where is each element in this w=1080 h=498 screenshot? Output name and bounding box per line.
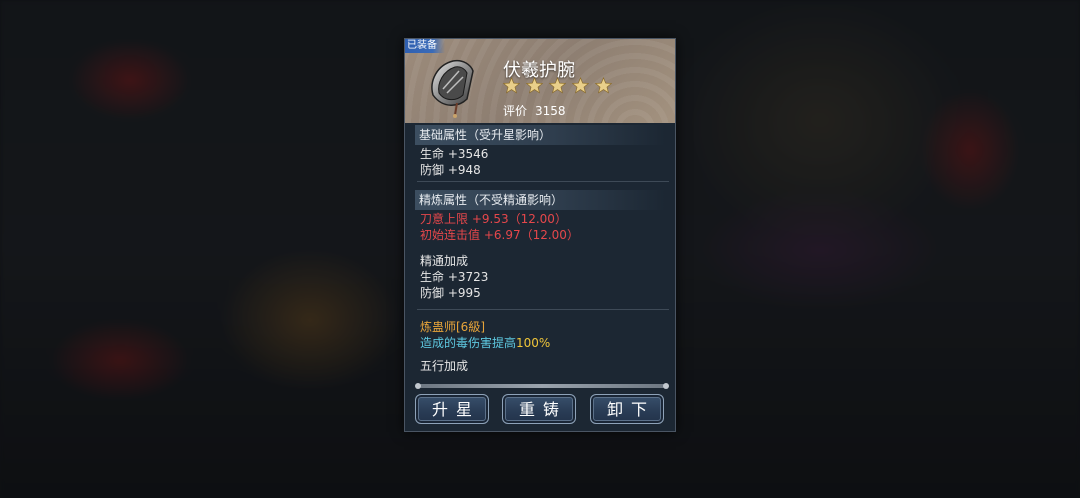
equipment-detail-panel: 已装备 伏羲护腕 评价 3158 基础属性（受升星影响） 生命 +3546 防御… (404, 38, 676, 432)
set-bonus-title: 炼蛊师[6級] (420, 320, 485, 334)
mastery-title: 精通加成 (420, 254, 469, 268)
equipped-badge: 已装备 (405, 39, 445, 53)
item-header: 已装备 伏羲护腕 评价 3158 (405, 39, 675, 123)
divider (417, 181, 669, 182)
item-rating: 评价 3158 (503, 102, 566, 119)
star-icon (503, 77, 520, 94)
star-icon (572, 77, 589, 94)
refine-attributes-title: 精炼属性（不受精通影响） (415, 190, 665, 210)
reforge-button[interactable]: 重铸 (502, 394, 576, 424)
star-icon (526, 77, 543, 94)
scrollbar[interactable] (415, 383, 669, 389)
rating-label: 评价 (503, 104, 528, 118)
mastery-def: 防御 +995 (420, 286, 481, 300)
bracer-icon (431, 59, 474, 118)
set-bonus-desc-text: 造成的毒伤害提高 (420, 336, 517, 350)
upgrade-star-button[interactable]: 升星 (415, 394, 489, 424)
base-attr-hp: 生命 +3546 (420, 147, 489, 161)
divider (417, 309, 669, 310)
star-rating (503, 77, 612, 94)
star-icon (595, 77, 612, 94)
set-bonus-desc-value: 100% (516, 336, 551, 350)
refine-attr-blade-cap: 刀意上限 +9.53（12.00） (420, 212, 567, 226)
rating-value: 3158 (535, 104, 566, 118)
mastery-hp: 生命 +3723 (420, 270, 489, 284)
unequip-button[interactable]: 卸下 (590, 394, 664, 424)
star-icon (549, 77, 566, 94)
base-attr-def: 防御 +948 (420, 163, 481, 177)
set-bonus-desc: 造成的毒伤害提高100% (420, 334, 550, 351)
five-elements-bonus: 五行加成 (420, 359, 469, 373)
base-attributes-title: 基础属性（受升星影响） (415, 125, 665, 145)
refine-attr-combo: 初始连击值 +6.97（12.00） (420, 228, 579, 242)
